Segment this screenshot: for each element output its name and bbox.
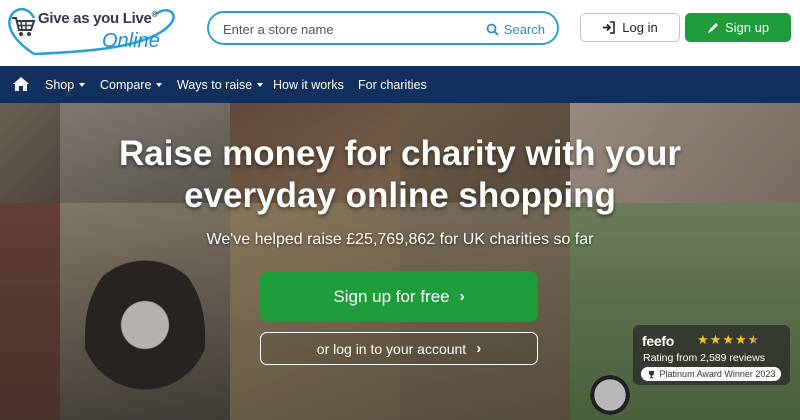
trophy-icon bbox=[648, 370, 654, 378]
search-button[interactable]: Search bbox=[486, 19, 545, 39]
nav-how-it-works[interactable]: How it works bbox=[273, 66, 344, 103]
main-navigation: Shop Compare Ways to raise How it works … bbox=[0, 66, 800, 103]
star-rating: ★ ★ ★ ★ ★ bbox=[697, 333, 759, 347]
login-account-button[interactable]: or log in to your account › bbox=[260, 332, 538, 365]
logo-subtitle: Online bbox=[102, 30, 160, 52]
sign-in-icon bbox=[603, 21, 616, 34]
hero-banner: Raise money for charity with your everyd… bbox=[0, 103, 800, 420]
star-icon: ★ bbox=[734, 332, 747, 347]
login-button-label: Log in bbox=[622, 20, 658, 35]
hero-subtitle: We've helped raise £25,769,862 for UK ch… bbox=[206, 231, 594, 248]
caret-down-icon bbox=[257, 83, 264, 87]
site-header: Give as you Live® Online Search Log in S… bbox=[0, 0, 800, 62]
chevron-right-icon: › bbox=[476, 340, 482, 357]
nav-for-charities-label: For charities bbox=[358, 77, 427, 92]
nav-compare-label: Compare bbox=[100, 77, 152, 92]
star-icon: ★ bbox=[709, 332, 722, 347]
login-button[interactable]: Log in bbox=[580, 13, 680, 42]
caret-down-icon bbox=[79, 83, 86, 87]
nav-ways-to-raise-label: Ways to raise bbox=[177, 77, 253, 92]
logo-wordmark: Give as you Live® bbox=[38, 10, 158, 27]
site-logo[interactable]: Give as you Live® Online bbox=[4, 4, 184, 58]
magnifier-icon bbox=[486, 23, 499, 36]
nav-compare[interactable]: Compare bbox=[100, 66, 163, 103]
search-bar: Search bbox=[207, 11, 559, 45]
search-button-label: Search bbox=[503, 21, 545, 37]
star-icon: ★ bbox=[722, 332, 734, 347]
signup-free-label: Sign up for free bbox=[333, 286, 450, 306]
feefo-award-label: Platinum Award Winner 2023 bbox=[659, 369, 776, 379]
feefo-rating-badge[interactable]: feefo ★ ★ ★ ★ ★ Rating from 2,589 review… bbox=[633, 325, 790, 385]
feefo-review-count: Rating from 2,589 reviews bbox=[643, 352, 765, 364]
star-half-icon: ★ bbox=[747, 332, 760, 347]
feefo-logo: feefo bbox=[642, 333, 674, 349]
signup-button[interactable]: Sign up bbox=[685, 13, 791, 42]
signup-free-button[interactable]: Sign up for free › bbox=[260, 271, 538, 322]
star-icon: ★ bbox=[697, 332, 709, 347]
nav-for-charities[interactable]: For charities bbox=[358, 66, 427, 103]
search-input[interactable] bbox=[223, 19, 473, 39]
login-account-label: or log in to your account bbox=[316, 340, 467, 357]
hero-title-line1: Raise money for charity with your bbox=[118, 134, 682, 173]
home-icon[interactable] bbox=[12, 76, 30, 92]
nav-ways-to-raise[interactable]: Ways to raise bbox=[177, 66, 264, 103]
feefo-award: Platinum Award Winner 2023 bbox=[641, 367, 781, 381]
signup-button-label: Sign up bbox=[724, 20, 770, 35]
pencil-icon bbox=[707, 22, 718, 33]
chevron-right-icon: › bbox=[459, 288, 465, 305]
caret-down-icon bbox=[156, 83, 163, 87]
nav-shop[interactable]: Shop bbox=[45, 66, 86, 103]
nav-how-it-works-label: How it works bbox=[273, 77, 344, 92]
nav-shop-label: Shop bbox=[45, 77, 75, 92]
hero-title-line2: everyday online shopping bbox=[184, 176, 616, 215]
hero-title: Raise money for charity with your everyd… bbox=[60, 133, 740, 217]
